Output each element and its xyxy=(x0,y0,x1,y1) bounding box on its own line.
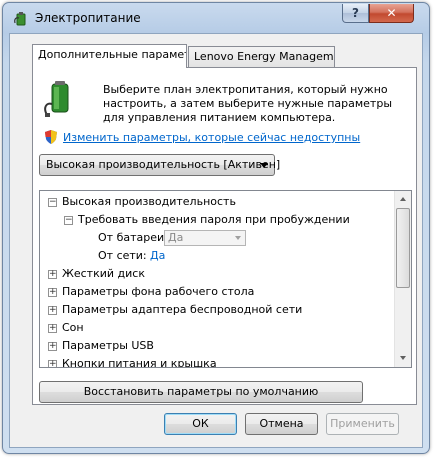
close-button[interactable]: ✕ xyxy=(369,4,414,23)
help-button[interactable]: ? xyxy=(342,4,369,23)
tab-advanced-settings[interactable]: Дополнительные параметры xyxy=(32,44,187,68)
dialog-body: Дополнительные параметры Lenovo Energy M… xyxy=(9,33,423,448)
close-icon: ✕ xyxy=(386,6,397,20)
uac-shield-icon xyxy=(45,130,57,144)
tab-lenovo-energy-management[interactable]: Lenovo Energy Management xyxy=(188,46,335,67)
on-battery-label: От батареи: xyxy=(98,231,168,244)
arrow-up-icon xyxy=(400,197,406,201)
collapse-icon[interactable]: − xyxy=(64,216,73,225)
intro-text: Выберите план электропитания, который ну… xyxy=(103,83,393,124)
tree-node-wireless-adapter[interactable]: + Параметры адаптера беспроводной сети xyxy=(40,301,394,319)
collapse-icon[interactable]: − xyxy=(48,198,57,207)
tree-node-label: Требовать введения пароля при пробуждени… xyxy=(78,213,350,226)
arrow-down-icon xyxy=(400,356,406,360)
tree-node-label: Кнопки питания и крышка xyxy=(62,357,217,368)
tree-node-label: Параметры USB xyxy=(62,339,154,352)
tree-node-label: Высокая производительность xyxy=(62,195,236,208)
ok-button[interactable]: ОК xyxy=(164,413,237,435)
tree-node-power-buttons-lid[interactable]: + Кнопки питания и крышка xyxy=(40,355,394,368)
expand-icon[interactable]: + xyxy=(48,288,57,297)
expand-icon[interactable]: + xyxy=(48,360,57,367)
tab-label: Дополнительные параметры xyxy=(38,48,186,61)
expand-icon[interactable]: + xyxy=(48,270,57,279)
power-options-window: Электропитание ? ✕ Дополнительные параме… xyxy=(2,2,430,454)
on-battery-value: Да xyxy=(168,231,184,244)
power-plan-dropdown[interactable]: Высокая производительность [Активен] xyxy=(39,154,280,176)
scroll-down-button[interactable] xyxy=(395,350,411,367)
setting-on-battery: От батареи: Да xyxy=(40,229,394,247)
tree-node-desktop-background[interactable]: + Параметры фона рабочего стола xyxy=(40,283,394,301)
power-plan-dropdown-value: Высокая производительность [Активен] xyxy=(46,158,281,171)
expand-icon[interactable]: + xyxy=(48,342,57,351)
advanced-settings-panel: Выберите план электропитания, который ну… xyxy=(32,67,417,405)
cancel-button[interactable]: Отмена xyxy=(245,413,318,435)
tree-node-usb-settings[interactable]: + Параметры USB xyxy=(40,337,394,355)
tree-node-high-performance[interactable]: − Высокая производительность xyxy=(40,193,394,211)
tree-node-label: Параметры фона рабочего стола xyxy=(62,285,255,298)
help-icon: ? xyxy=(352,6,359,20)
settings-tree: − Высокая производительность − Требовать… xyxy=(39,190,412,368)
scrollbar-thumb[interactable] xyxy=(396,208,410,288)
restore-defaults-button[interactable]: Восстановить параметры по умолчанию xyxy=(39,381,363,403)
expand-icon[interactable]: + xyxy=(48,324,57,333)
plugged-in-value-link[interactable]: Да xyxy=(150,247,165,265)
apply-button[interactable]: Применить xyxy=(326,413,399,435)
tree-node-label: Сон xyxy=(62,321,84,334)
chevron-down-icon xyxy=(260,163,268,168)
scroll-up-button[interactable] xyxy=(395,191,411,208)
power-plan-icon xyxy=(14,12,26,26)
plugged-in-label: От сети: xyxy=(98,249,147,262)
vertical-scrollbar[interactable] xyxy=(394,191,411,367)
tree-node-require-password[interactable]: − Требовать введения пароля при пробужде… xyxy=(40,211,394,229)
tree-node-hard-disk[interactable]: + Жесткий диск xyxy=(40,265,394,283)
tab-label: Lenovo Energy Management xyxy=(194,50,334,63)
tree-node-sleep[interactable]: + Сон xyxy=(40,319,394,337)
battery-plug-icon xyxy=(44,81,69,117)
change-unavailable-settings-link[interactable]: Изменить параметры, которые сейчас недос… xyxy=(63,131,360,144)
window-title: Электропитание xyxy=(35,11,141,25)
expand-icon[interactable]: + xyxy=(48,306,57,315)
tree-node-label: Жесткий диск xyxy=(62,267,145,280)
tree-node-label: Параметры адаптера беспроводной сети xyxy=(62,303,303,316)
title-bar[interactable]: Электропитание ? ✕ xyxy=(3,3,429,33)
chevron-down-icon xyxy=(235,236,241,240)
setting-plugged-in: От сети: Да xyxy=(40,247,394,265)
on-battery-select[interactable]: Да xyxy=(164,230,246,246)
